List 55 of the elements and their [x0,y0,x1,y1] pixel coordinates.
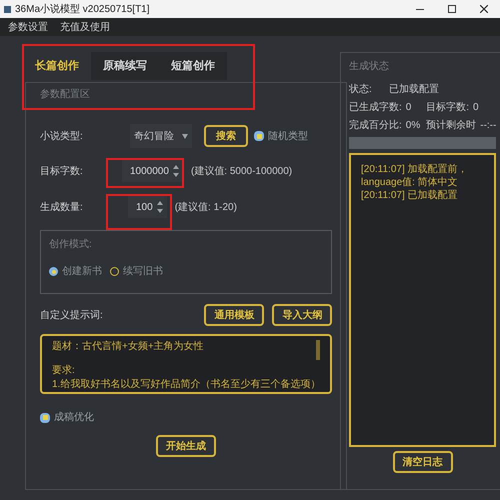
checkbox[interactable] [40,412,50,422]
status-value: 0 [406,101,412,115]
status-label: 已生成字数: [349,100,402,115]
log-entry: [20:11:07] 加载配置前，language值: 简体中文 [361,163,469,189]
menu-item[interactable]: 参数设置 [8,20,48,34]
prompt-line: 题材：古代言情+女频+主角为女性 [52,340,204,354]
status-value: --:-- [480,119,496,133]
spinner-arrows-icon[interactable] [172,164,179,178]
checkbox-label: 随机类型 [268,130,308,144]
close-icon[interactable] [480,5,488,13]
minimize-icon[interactable] [416,8,424,10]
radio-label: 创建新书 [62,264,102,279]
field-label: 自定义提示词: [40,308,104,322]
tab[interactable]: 短篇创作 [159,52,227,80]
group-title: 创作模式: [49,238,93,252]
checkbox[interactable] [254,131,264,141]
outline-button[interactable]: 导入大纲 [272,304,332,326]
spinner-arrows-icon[interactable] [156,200,163,214]
number-field[interactable]: 1000000 [122,160,183,182]
panel-title: 生成状态 [349,60,390,74]
start-button[interactable]: 开始生成 [156,435,216,457]
prompt-line: 要求: [52,364,75,378]
status-label: 目标字数: [426,100,470,115]
panel-title: 参数配置区 [40,88,91,102]
clear-log-button[interactable]: 清空日志 [392,451,453,473]
hint-text: (建议值: 1-20) [174,200,237,214]
status-value: 0 [473,101,479,115]
field-label: 生成数量: [40,200,84,214]
radio-button[interactable] [49,267,58,276]
field-label: 目标字数: [40,164,84,178]
status-value: 0% [406,119,420,133]
log-entry: [20:11:07] 已加载配置 [361,189,459,202]
caret-icon [182,134,188,138]
scrollbar-thumb[interactable] [316,340,320,360]
search-button[interactable]: 搜索 [204,125,248,147]
tab[interactable]: 原稿续写 [91,52,159,80]
status-label: 预计剩余时 [426,118,476,133]
number-field[interactable]: 100 [128,196,167,218]
hint-text: (建议值: 5000-100000) [190,164,292,178]
menu-item[interactable]: 充值及使用 [60,20,110,34]
checkbox-label: 成稿优化 [54,410,94,425]
status-value: 已加载配置 [389,82,439,97]
status-label: 完成百分比: [349,118,402,133]
radio-label: 续写旧书 [123,264,163,279]
outline-button[interactable]: 通用模板 [204,304,264,326]
maximize-icon[interactable] [448,5,456,13]
radio-button[interactable] [110,267,119,276]
prompt-textarea[interactable]: 题材：古代言情+女频+主角为女性 要求: 1.给我取好书名以及写好作品简介（书名至少有三个备选项） [40,334,332,394]
genre-dropdown[interactable]: 奇幻冒险 [130,124,192,148]
prompt-line: 1.给我取好书名以及写好作品简介（书名至少有三个备选项） [52,378,320,392]
window-title: 36Ma小说模型 v20250715[T1] [15,2,150,16]
annotation-frame [106,194,172,230]
field-label: 小说类型: [40,130,84,144]
status-label: 状态: [349,82,373,97]
app-icon [4,6,11,12]
